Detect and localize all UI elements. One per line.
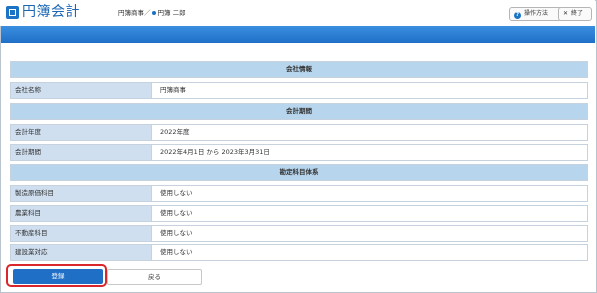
table-row: 農業科目 使用しない: [10, 205, 588, 222]
table-row: 会社名称 円簿商事: [10, 82, 588, 99]
app-logo-icon: [6, 6, 19, 19]
row-label: 製造原価科目: [10, 185, 152, 202]
breadcrumb-separator: ／: [144, 9, 151, 17]
row-label: 不動産科目: [10, 225, 152, 242]
row-value: 使用しない: [152, 244, 588, 261]
section-header-period: 会計期間: [10, 103, 588, 120]
table-row: 会計期間 2022年4月1日 から 2023年3月31日: [10, 144, 588, 161]
help-icon: ?: [514, 12, 521, 19]
row-value: 2022年4月1日 から 2023年3月31日: [152, 144, 588, 161]
breadcrumb: 円簿商事／ 円簿 二郎: [118, 9, 186, 18]
exit-button-label: 終了: [571, 10, 584, 17]
row-value: 使用しない: [152, 205, 588, 222]
row-label: 会計期間: [10, 144, 152, 161]
row-label: 農業科目: [10, 205, 152, 222]
back-button[interactable]: 戻る: [107, 269, 202, 285]
app-title: 円簿会計: [22, 4, 80, 20]
row-label: 建設業対応: [10, 244, 152, 261]
user-name: 円簿 二郎: [157, 9, 186, 17]
close-icon: ✕: [563, 10, 569, 17]
row-value: 2022年度: [152, 124, 588, 141]
row-label: 会計年度: [10, 124, 152, 141]
section-header-accounts: 勘定科目体系: [10, 164, 588, 181]
app-header: 円簿会計 円簿商事／ 円簿 二郎 ? 操作方法 ✕ 終了: [0, 0, 595, 26]
table-row: 製造原価科目 使用しない: [10, 185, 588, 202]
table-row: 建設業対応 使用しない: [10, 244, 588, 261]
register-button[interactable]: 登録: [13, 269, 103, 284]
section-header-company-info: 会社情報: [10, 61, 588, 78]
row-value: 円簿商事: [152, 82, 588, 99]
user-status-icon: [151, 10, 156, 15]
help-button-label: 操作方法: [524, 10, 549, 17]
company-name: 円簿商事: [118, 9, 144, 17]
row-label: 会社名称: [10, 82, 152, 99]
table-row: 会計年度 2022年度: [10, 124, 588, 141]
row-value: 使用しない: [152, 185, 588, 202]
help-button[interactable]: ? 操作方法: [509, 7, 562, 21]
table-row: 不動産科目 使用しない: [10, 225, 588, 242]
toolbar-bar: [1, 26, 595, 43]
exit-button[interactable]: ✕ 終了: [558, 7, 592, 21]
row-value: 使用しない: [152, 225, 588, 242]
